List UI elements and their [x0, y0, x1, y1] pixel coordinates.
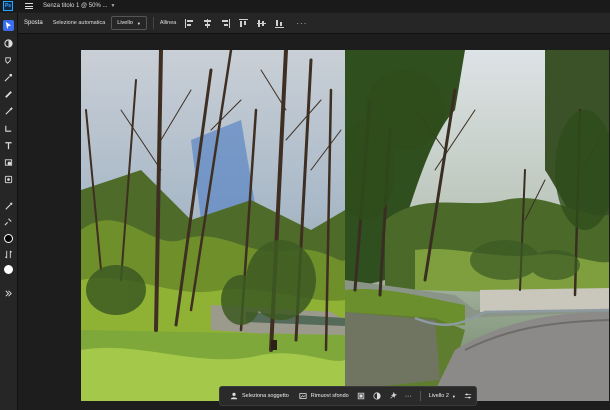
align-top-edges-icon[interactable] — [239, 18, 249, 28]
chevron-down-icon[interactable]: ▼ — [110, 3, 115, 9]
divider — [419, 391, 421, 401]
align-vertical-centers-icon[interactable] — [257, 19, 267, 28]
image-icon — [299, 393, 307, 399]
photoshop-logo: Ps — [3, 1, 13, 11]
more-options-button[interactable]: ··· — [296, 19, 307, 28]
select-subject-label: Seleziona soggetto — [242, 393, 289, 399]
align-right-edges-icon[interactable] — [221, 18, 231, 28]
healing-brush-icon[interactable] — [3, 89, 14, 100]
document-title[interactable]: Senza titolo 1 @ 50% ... — [43, 3, 107, 9]
gradient-icon[interactable] — [3, 123, 14, 134]
foreground-color-swatch[interactable] — [4, 234, 13, 243]
layer-name-label[interactable]: Livello 2 — [429, 393, 449, 399]
contextual-taskbar: Seleziona soggetto Rimuovi sfondo ··· Li… — [219, 386, 477, 406]
tools-panel — [0, 13, 18, 410]
hamburger-menu-icon[interactable] — [25, 3, 33, 9]
person-icon — [230, 392, 238, 400]
eyedropper-icon[interactable] — [3, 201, 14, 212]
app-bar: Ps Senza titolo 1 @ 50% ... ▼ — [0, 0, 610, 12]
type-icon[interactable] — [3, 140, 14, 151]
options-bar: Sposta Selezione automatica Livello ▼ Al… — [17, 13, 610, 34]
remove-background-label: Rimuovi sfondo — [310, 393, 349, 399]
select-subject-button[interactable]: Seleziona soggetto — [230, 392, 289, 400]
expand-panel-icon[interactable] — [3, 288, 14, 299]
more-button[interactable]: ··· — [405, 393, 412, 400]
document-canvas[interactable] — [81, 50, 609, 401]
remove-background-button[interactable]: Rimuovi sfondo — [299, 392, 349, 400]
adjustment-icon[interactable] — [373, 392, 381, 400]
align-left-edges-icon[interactable] — [185, 18, 194, 28]
divider — [152, 17, 154, 29]
chevron-down-icon[interactable]: ▼ — [452, 394, 456, 399]
object-select-icon[interactable] — [3, 72, 14, 83]
auto-select-checkbox[interactable]: Selezione automatica — [53, 20, 106, 26]
settings-sliders-icon[interactable] — [464, 392, 472, 400]
shape-icon[interactable] — [3, 157, 14, 168]
background-color-swatch[interactable] — [4, 265, 13, 274]
forest-photo-left — [81, 50, 345, 401]
transform-icon[interactable] — [357, 392, 365, 400]
align-bottom-edges-icon[interactable] — [275, 19, 285, 28]
artboard-icon[interactable] — [3, 38, 14, 49]
brush-icon[interactable] — [3, 106, 14, 117]
align-label: Allinea — [159, 20, 177, 26]
auto-select-target-value: Livello — [117, 20, 133, 26]
tool-name-label: Sposta — [24, 20, 43, 26]
auto-select-target-dropdown[interactable]: Livello ▼ — [111, 16, 147, 30]
move-icon[interactable] — [3, 20, 14, 31]
forest-photo-right — [345, 50, 609, 401]
swap-colors-icon[interactable] — [3, 249, 14, 260]
frame-icon[interactable] — [3, 174, 14, 185]
generative-fill-icon[interactable] — [389, 392, 397, 400]
chevron-down-icon: ▼ — [136, 20, 141, 26]
align-horizontal-centers-icon[interactable] — [203, 18, 212, 28]
lasso-icon[interactable] — [3, 55, 14, 66]
zoom-icon[interactable] — [3, 216, 14, 227]
